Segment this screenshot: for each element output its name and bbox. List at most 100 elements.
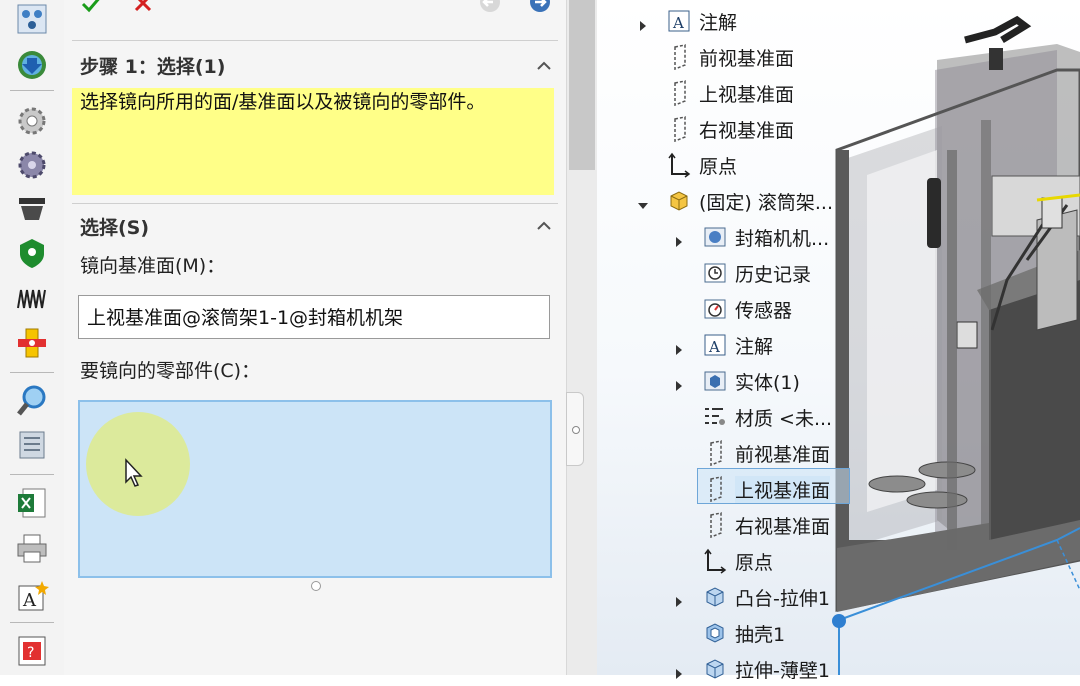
tree-node[interactable]: 右视基准面 — [597, 112, 897, 146]
shield-icon[interactable] — [14, 236, 50, 270]
collapse-arrow-icon[interactable] — [673, 231, 685, 247]
tree-node[interactable]: 原点 — [597, 544, 897, 578]
check-icon[interactable] — [80, 0, 104, 16]
tree-node-label: 凸台-拉伸1 — [735, 588, 830, 610]
plane-icon — [703, 440, 727, 466]
gear-settings-icon[interactable] — [14, 148, 50, 182]
collapse-arrow-icon[interactable] — [673, 663, 685, 679]
components-label: 要镜向的零部件(C)： — [80, 360, 261, 382]
excel-icon[interactable] — [14, 486, 50, 520]
tree-node[interactable]: 原点 — [597, 148, 897, 182]
reference-icon[interactable] — [14, 428, 50, 462]
back-arrow-icon[interactable] — [478, 0, 502, 16]
tree-node-label: 注解 — [735, 336, 774, 358]
tree-node-label: 传感器 — [735, 300, 793, 322]
tree-node[interactable]: 凸台-拉伸1 — [597, 580, 897, 614]
mirror-plane-label: 镜向基准面(M)： — [80, 255, 226, 277]
tree-node[interactable]: A 注解 — [597, 4, 897, 38]
plane-icon — [667, 80, 691, 106]
update-icon[interactable] — [14, 48, 50, 82]
tree-node[interactable]: 拉伸-薄壁1 — [597, 652, 897, 686]
tree-node-label: 上视基准面 — [735, 476, 831, 503]
tree-node[interactable]: 传感器 — [597, 292, 897, 326]
chevron-up-icon[interactable] — [536, 58, 552, 74]
tree-node-label: 注解 — [699, 12, 738, 34]
plane-icon — [667, 116, 691, 142]
solid-body-icon — [703, 368, 727, 394]
tree-node[interactable]: 抽壳1 — [597, 616, 897, 650]
tree-node-label: 原点 — [699, 156, 738, 178]
tree-node-label: 实体(1) — [735, 372, 800, 394]
chevron-up-icon[interactable] — [536, 218, 552, 234]
svg-text:?: ? — [27, 645, 34, 661]
collapse-arrow-icon[interactable] — [673, 375, 685, 391]
plane-icon — [703, 476, 727, 502]
search-icon[interactable] — [14, 384, 50, 418]
tree-node-label: 前视基准面 — [735, 444, 831, 466]
history-icon — [703, 260, 727, 286]
tree-node[interactable]: (固定) 滚筒架... — [597, 184, 897, 218]
tree-node[interactable]: 前视基准面 — [597, 436, 897, 470]
svg-text:A: A — [708, 338, 720, 356]
x-icon[interactable] — [132, 0, 154, 14]
pm-action-bar — [64, 0, 566, 40]
collapse-arrow-icon[interactable] — [673, 591, 685, 607]
plane-icon — [703, 512, 727, 538]
tree-node[interactable]: 历史记录 — [597, 256, 897, 290]
origin-icon — [703, 548, 727, 574]
expand-arrow-icon[interactable] — [637, 195, 649, 209]
tree-node-label: 右视基准面 — [735, 516, 831, 538]
components-selection-list[interactable] — [78, 400, 552, 578]
tree-node-label: (固定) 滚筒架... — [699, 192, 833, 214]
tree-node[interactable]: 材质 <未... — [597, 400, 897, 434]
print-icon[interactable] — [14, 532, 50, 566]
mate-icon[interactable] — [14, 326, 50, 360]
tree-node-label: 上视基准面 — [699, 84, 795, 106]
collapse-arrow-icon[interactable] — [637, 15, 649, 31]
tree-node[interactable]: 右视基准面 — [597, 508, 897, 542]
pm-scrollbar[interactable] — [566, 0, 597, 675]
tree-node-label: 右视基准面 — [699, 120, 795, 142]
tree-node[interactable]: A 注解 — [597, 328, 897, 362]
shell-icon — [703, 620, 727, 646]
sensor-icon — [703, 296, 727, 322]
spring-icon[interactable] — [14, 282, 50, 316]
text-icon[interactable]: A — [14, 578, 50, 612]
tree-node[interactable]: 实体(1) — [597, 364, 897, 398]
annotation-icon: A — [703, 332, 727, 358]
step-section-header[interactable]: 步骤 1：选择(1) — [80, 52, 225, 79]
tree-node[interactable]: 上视基准面 — [597, 76, 897, 110]
tree-node[interactable]: 前视基准面 — [597, 40, 897, 74]
svg-text:A: A — [672, 14, 684, 32]
help-icon[interactable]: ? — [14, 634, 50, 668]
tree-node-label: 抽壳1 — [735, 624, 786, 646]
tree-node[interactable]: 封箱机机... — [597, 220, 897, 254]
forward-arrow-icon[interactable] — [528, 0, 552, 16]
scrollbar-thumb[interactable] — [569, 0, 595, 170]
belt-icon[interactable] — [14, 192, 50, 226]
plane-icon — [667, 44, 691, 70]
feature-tree: A 注解 前视基准面 上视基准面 右视基准面 原点 (固定) 滚筒架... 封箱机机... 历史… — [597, 0, 897, 682]
message-text: 选择镜向所用的面/基准面以及被镜向的零部件。 — [80, 91, 486, 113]
assembly-tree-icon[interactable] — [14, 2, 50, 36]
tree-node-label: 前视基准面 — [699, 48, 795, 70]
tree-node-label: 封箱机机... — [735, 228, 830, 250]
selections-section-header[interactable]: 选择(S) — [80, 213, 149, 240]
mouse-cursor-icon — [124, 458, 146, 488]
tree-node-label: 拉伸-薄壁1 — [735, 660, 830, 682]
left-toolbar: A ? — [0, 0, 65, 675]
property-manager: 步骤 1：选择(1) 选择镜向所用的面/基准面以及被镜向的零部件。 选择(S) … — [64, 0, 566, 675]
svg-text:A: A — [22, 590, 37, 611]
gear-icon[interactable] — [14, 104, 50, 138]
collapse-arrow-icon[interactable] — [673, 339, 685, 355]
extrude-icon — [703, 656, 727, 682]
panel-splitter-handle[interactable] — [566, 392, 584, 466]
list-resize-handle[interactable] — [311, 581, 321, 591]
mirror-plane-field[interactable]: 上视基准面@滚筒架1-1@封箱机机架 — [78, 295, 550, 339]
splitter-dot — [572, 426, 580, 434]
origin-icon — [667, 152, 691, 178]
tree-node[interactable]: 上视基准面 — [597, 472, 897, 506]
message-box: 选择镜向所用的面/基准面以及被镜向的零部件。 — [72, 88, 554, 195]
tree-node-label: 历史记录 — [735, 264, 812, 286]
history-folder-icon — [703, 224, 727, 250]
